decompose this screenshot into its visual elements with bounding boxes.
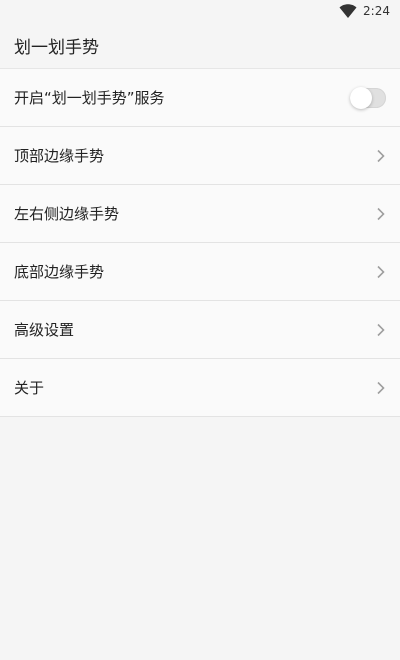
status-time: 2:24: [363, 4, 390, 18]
setting-advanced[interactable]: 高级设置: [0, 301, 400, 359]
chevron-right-icon: [377, 207, 385, 220]
setting-label: 底部边缘手势: [14, 263, 105, 281]
setting-label: 左右侧边缘手势: [14, 205, 120, 223]
chevron-right-icon: [377, 381, 385, 394]
service-toggle[interactable]: [350, 86, 386, 109]
page-title: 划一划手势: [14, 37, 99, 58]
app-bar: 划一划手势: [0, 22, 400, 68]
status-bar: 2:24: [0, 0, 400, 22]
setting-label: 开启“划一划手势”服务: [14, 89, 165, 107]
setting-label: 关于: [14, 379, 45, 397]
chevron-right-icon: [377, 323, 385, 336]
screen: 2:24 划一划手势 开启“划一划手势”服务 顶部边缘手势 左右侧边缘手势 底部…: [0, 0, 400, 660]
setting-label: 高级设置: [14, 321, 75, 339]
setting-label: 顶部边缘手势: [14, 147, 105, 165]
setting-bottom-edge-gesture[interactable]: 底部边缘手势: [0, 243, 400, 301]
setting-top-edge-gesture[interactable]: 顶部边缘手势: [0, 127, 400, 185]
setting-side-edge-gesture[interactable]: 左右侧边缘手势: [0, 185, 400, 243]
settings-list: 开启“划一划手势”服务 顶部边缘手势 左右侧边缘手势 底部边缘手势 高级设置 关…: [0, 68, 400, 417]
setting-enable-service[interactable]: 开启“划一划手势”服务: [0, 69, 400, 127]
chevron-right-icon: [377, 149, 385, 162]
chevron-right-icon: [377, 265, 385, 278]
setting-about[interactable]: 关于: [0, 359, 400, 417]
toggle-thumb: [350, 86, 372, 109]
wifi-icon: [339, 4, 357, 18]
